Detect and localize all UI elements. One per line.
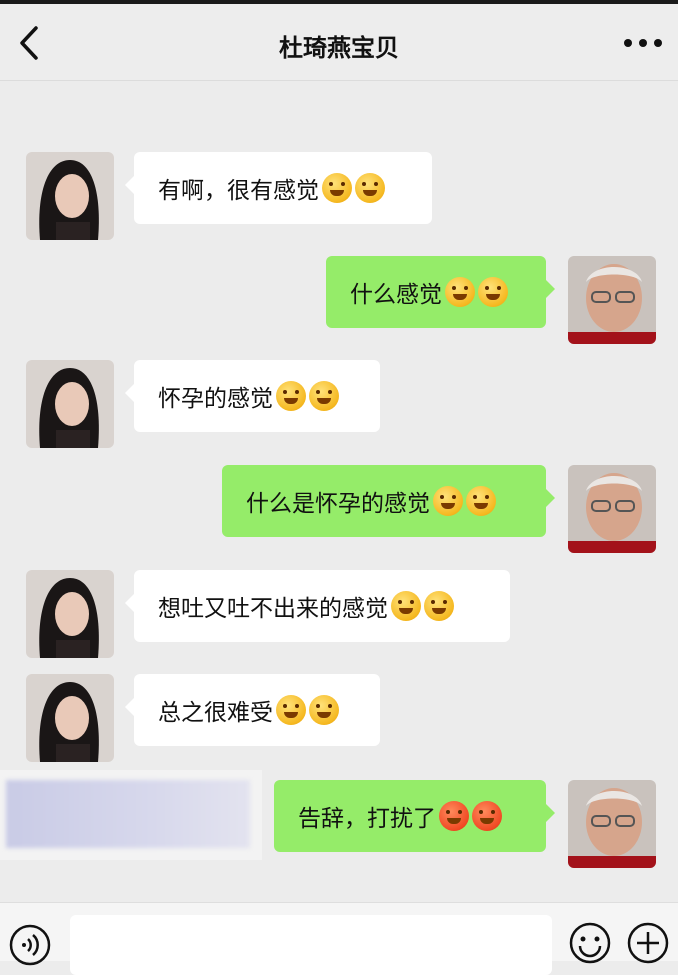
grin-emoji-icon xyxy=(276,695,306,725)
wink-tongue-emoji-icon xyxy=(433,486,463,516)
avatar[interactable] xyxy=(568,780,656,868)
more-dots-icon[interactable] xyxy=(622,30,664,56)
blurred-overlay xyxy=(0,770,262,860)
grin-emoji-icon xyxy=(355,173,385,203)
avatar[interactable] xyxy=(26,674,114,762)
message-bubble-incoming[interactable]: 想吐又吐不出来的感觉 xyxy=(125,570,510,642)
avatar[interactable] xyxy=(26,570,114,658)
message-bubble-incoming[interactable]: 有啊，很有感觉 xyxy=(125,152,432,224)
grin-emoji-icon xyxy=(322,173,352,203)
message-text: 怀孕的感觉 xyxy=(158,386,273,412)
avatar[interactable] xyxy=(26,360,114,448)
avatar[interactable] xyxy=(26,152,114,240)
voice-icon[interactable] xyxy=(8,923,52,967)
wink-tongue-emoji-icon xyxy=(276,381,306,411)
wink-tongue-emoji-icon xyxy=(309,381,339,411)
avatar[interactable] xyxy=(568,465,656,553)
plus-icon[interactable] xyxy=(626,921,670,965)
dizzy-emoji-icon xyxy=(478,277,508,307)
chat-title: 杜琦燕宝贝 xyxy=(279,34,399,62)
message-bubble-outgoing[interactable]: 告辞，打扰了 xyxy=(274,780,555,852)
tears-of-joy-emoji-icon xyxy=(391,591,421,621)
dizzy-emoji-icon xyxy=(445,277,475,307)
sweat-red-emoji-icon xyxy=(439,801,469,831)
message-text: 什么感觉 xyxy=(350,282,442,308)
message-text: 想吐又吐不出来的感觉 xyxy=(158,596,388,622)
tears-of-joy-emoji-icon xyxy=(424,591,454,621)
smiley-icon[interactable] xyxy=(568,921,612,965)
input-bar xyxy=(0,902,678,975)
message-bubble-outgoing[interactable]: 什么感觉 xyxy=(326,256,555,328)
message-input[interactable] xyxy=(70,915,552,975)
message-bubble-incoming[interactable]: 总之很难受 xyxy=(125,674,380,746)
message-text: 总之很难受 xyxy=(158,700,273,726)
wink-tongue-emoji-icon xyxy=(466,486,496,516)
sweat-red-emoji-icon xyxy=(472,801,502,831)
message-text: 什么是怀孕的感觉 xyxy=(246,491,430,517)
grin-emoji-icon xyxy=(309,695,339,725)
message-bubble-outgoing[interactable]: 什么是怀孕的感觉 xyxy=(222,465,555,537)
chat-header: 杜琦燕宝贝 xyxy=(0,4,678,81)
message-text: 有啊，很有感觉 xyxy=(158,178,319,204)
message-bubble-incoming[interactable]: 怀孕的感觉 xyxy=(125,360,380,432)
message-text: 告辞，打扰了 xyxy=(298,806,436,832)
avatar[interactable] xyxy=(568,256,656,344)
